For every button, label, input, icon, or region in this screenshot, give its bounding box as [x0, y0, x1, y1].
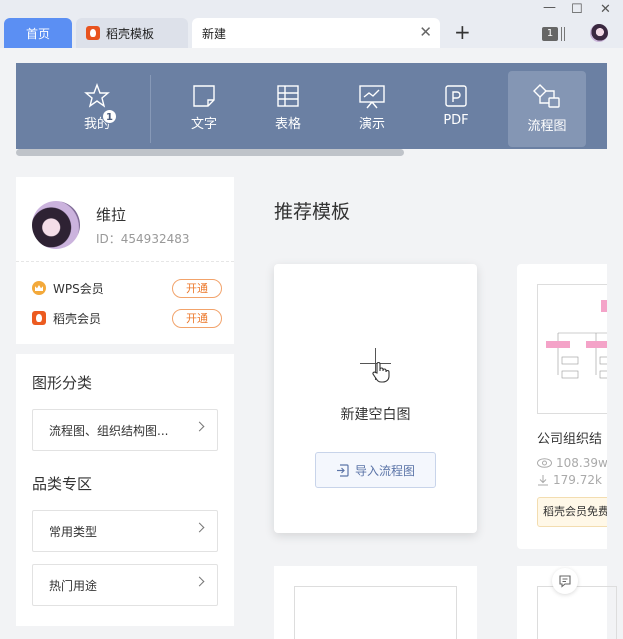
avatar[interactable] [32, 201, 80, 249]
close-icon[interactable]: ✕ [419, 25, 432, 40]
org-chart-preview [546, 300, 607, 379]
category-pdf[interactable]: PDF [417, 71, 495, 147]
member-free-badge: 稻壳会员免费 [537, 497, 607, 527]
table-icon [277, 85, 299, 107]
tab-daoke-templates[interactable]: 稻壳模板 [76, 18, 188, 48]
maximize-icon[interactable]: ☐ [571, 2, 583, 17]
popular-uses-item[interactable]: 热门用途 [32, 564, 218, 606]
daoke-logo-icon [32, 311, 46, 325]
daoke-membership-row: 稻壳会员 开通 [32, 308, 222, 328]
template-thumbnail[interactable] [537, 284, 607, 414]
template-views: 108.39w [537, 456, 607, 470]
category-pdf-label: PDF [443, 113, 469, 128]
category-bar: 1 我的 文字 表格 演示 PDF 流程图 [16, 63, 607, 149]
category-text-label: 文字 [190, 117, 217, 132]
template-card-bottom-left[interactable] [274, 566, 477, 639]
tab-daoke-label: 稻壳模板 [106, 26, 155, 41]
category-divider [150, 75, 151, 143]
profile-divider [16, 261, 234, 262]
common-types-label: 常用类型 [49, 524, 98, 539]
template-downloads: 179.72k [537, 473, 602, 487]
template-title: 公司组织结 [537, 432, 603, 447]
template-card[interactable]: 公司组织结 108.39w 179.72k 稻壳会员免费 [517, 264, 607, 549]
document-icon [193, 85, 215, 107]
template-views-count: 108.39w [556, 456, 607, 470]
feedback-button[interactable] [552, 568, 578, 594]
user-id: ID：454932483 [96, 232, 190, 246]
scrollbar-thumb[interactable] [16, 149, 404, 156]
category-mine-label: 我的 [83, 117, 110, 132]
template-thumbnail[interactable] [294, 586, 457, 639]
pdf-icon [445, 85, 467, 107]
title-bar: 首页 稻壳模板 新建 ✕ + — ☐ ✕ 1 [0, 0, 623, 48]
category-mine[interactable]: 1 我的 [58, 71, 136, 147]
category-spreadsheet-label: 表格 [274, 117, 301, 132]
account-avatar[interactable] [590, 24, 608, 42]
new-blank-label: 新建空白图 [340, 407, 411, 423]
window-close-icon[interactable]: ✕ [600, 2, 611, 17]
category-zone-title: 品类专区 [32, 475, 93, 493]
popular-uses-label: 热门用途 [49, 578, 98, 593]
category-presentation-label: 演示 [358, 117, 385, 132]
profile-card: 维拉 ID：454932483 WPS会员 开通 稻壳会员 开通 [16, 177, 234, 344]
import-flowchart-button[interactable]: 导入流程图 [315, 452, 436, 488]
minimize-icon[interactable]: — [543, 0, 556, 15]
new-blank-card[interactable]: 新建空白图 导入流程图 [274, 264, 477, 533]
mine-badge: 1 [102, 109, 117, 124]
chevron-right-icon [194, 421, 205, 432]
common-types-item[interactable]: 常用类型 [32, 510, 218, 552]
tab-new[interactable]: 新建 ✕ [192, 18, 440, 48]
flowchart-icon [533, 84, 560, 108]
daoke-logo-icon [86, 26, 100, 40]
eye-icon [537, 458, 552, 468]
chat-icon [559, 575, 571, 588]
presentation-icon [359, 85, 385, 109]
shape-category-value: 流程图、组织结构图... [49, 423, 169, 438]
template-thumbnail[interactable] [537, 586, 617, 639]
add-tab-icon[interactable]: + [454, 22, 471, 42]
crown-icon [32, 281, 46, 295]
category-text[interactable]: 文字 [165, 71, 243, 147]
template-downloads-count: 179.72k [553, 473, 602, 487]
wps-membership-label: WPS会员 [53, 281, 104, 296]
daoke-membership-label: 稻壳会员 [53, 311, 102, 326]
tab-home[interactable]: 首页 [4, 18, 72, 48]
chevron-right-icon [194, 576, 205, 587]
tab-home-label: 首页 [25, 26, 50, 41]
wps-membership-row: WPS会员 开通 [32, 278, 222, 298]
category-presentation[interactable]: 演示 [333, 71, 411, 147]
download-icon [538, 475, 548, 486]
page-title: 推荐模板 [274, 201, 351, 223]
category-flowchart[interactable]: 流程图 [508, 71, 586, 147]
category-spreadsheet[interactable]: 表格 [249, 71, 327, 147]
daoke-open-button[interactable]: 开通 [172, 308, 222, 328]
list-icon[interactable] [561, 27, 565, 41]
category-panel: 图形分类 流程图、组织结构图... 品类专区 常用类型 热门用途 [16, 354, 234, 626]
tab-new-label: 新建 [202, 26, 227, 41]
category-flowchart-label: 流程图 [527, 119, 567, 134]
star-icon [84, 83, 110, 108]
chevron-right-icon [194, 522, 205, 533]
shape-category-title: 图形分类 [32, 374, 93, 392]
username: 维拉 [96, 206, 127, 224]
import-flowchart-label: 导入流程图 [354, 463, 415, 478]
category-scrollbar[interactable] [16, 149, 607, 157]
shape-category-select[interactable]: 流程图、组织结构图... [32, 409, 218, 451]
import-icon [336, 463, 349, 477]
notification-count-badge[interactable]: 1 [542, 27, 558, 41]
hand-cursor-icon [372, 362, 390, 383]
wps-open-button[interactable]: 开通 [172, 278, 222, 298]
